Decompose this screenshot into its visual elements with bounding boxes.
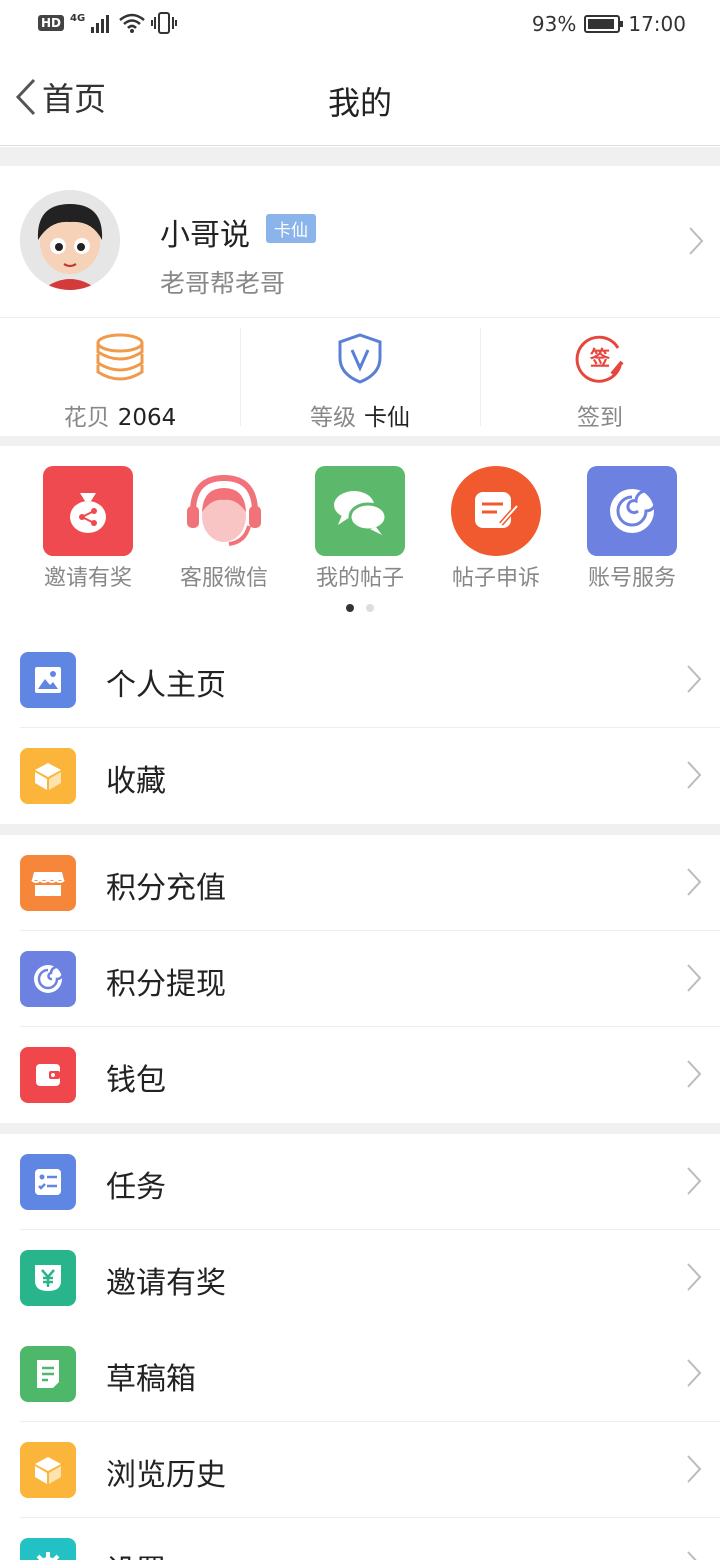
spacer	[0, 622, 720, 632]
chat-bubbles-icon	[315, 466, 405, 556]
menu-label: 个人主页	[106, 668, 226, 703]
stat-level[interactable]: 等级 卡仙	[240, 318, 480, 436]
spiral-icon	[20, 951, 76, 1007]
chevron-right-icon	[689, 227, 704, 255]
menu-label: 浏览历史	[106, 1458, 226, 1493]
section-divider	[0, 147, 720, 166]
menu-tasks[interactable]: 任务	[0, 1134, 720, 1230]
checkin-stamp-icon: 签	[575, 335, 624, 383]
chevron-right-icon	[687, 1060, 702, 1088]
level-shield-icon	[338, 333, 382, 384]
quick-invite[interactable]: 邀请有奖	[20, 466, 156, 592]
section-divider	[0, 824, 720, 835]
stat-huabei[interactable]: 花贝 2064	[0, 318, 240, 436]
quick-label: 客服微信	[179, 566, 268, 591]
battery-icon	[584, 15, 624, 33]
menu-drafts[interactable]: 草稿箱	[0, 1326, 720, 1422]
money-bag-icon	[43, 466, 133, 556]
stat-checkin[interactable]: 签 签到	[480, 318, 720, 436]
my-page-screen: HD 4G 93% 17:00 首页 我的 小哥说 卡仙 老哥帮老哥 花贝 20…	[0, 0, 720, 1560]
section-divider	[0, 1123, 720, 1134]
stats-bar: 花贝 2064 等级 卡仙 签 签到	[0, 318, 720, 436]
checklist-icon	[20, 1154, 76, 1210]
quick-label: 帖子申诉	[451, 566, 540, 591]
store-icon	[20, 855, 76, 911]
page-indicator	[0, 604, 720, 612]
quick-label: 账号服务	[587, 566, 676, 591]
menu-label: 邀请有奖	[106, 1266, 226, 1301]
menu-favorites[interactable]: 收藏	[0, 728, 720, 824]
quick-label: 我的帖子	[315, 566, 404, 591]
quick-appeal[interactable]: 帖子申诉	[428, 466, 564, 592]
edit-note-icon	[451, 466, 541, 556]
menu-personal-home[interactable]: 个人主页	[0, 632, 720, 728]
username: 小哥说	[160, 218, 250, 253]
menu-label: 钱包	[106, 1063, 166, 1098]
chevron-right-icon	[687, 761, 702, 789]
stat-label: 签到	[577, 405, 623, 431]
page-dot	[346, 604, 354, 612]
page-title: 我的	[327, 84, 392, 122]
nav-bar: 首页 我的	[0, 52, 720, 146]
cube-icon	[20, 1442, 76, 1498]
headset-agent-icon	[179, 466, 269, 556]
chevron-right-icon	[687, 665, 702, 693]
menu-points-withdraw[interactable]: 积分提现	[0, 931, 720, 1027]
status-bar: HD 4G 93% 17:00	[0, 0, 720, 52]
menu-settings[interactable]: 设置	[0, 1518, 720, 1560]
quick-actions: 邀请有奖 客服微信 我的帖子 帖子申诉 账号服务	[0, 446, 720, 622]
draft-note-icon	[20, 1346, 76, 1402]
avatar-image	[20, 190, 120, 290]
signal-icon	[91, 15, 110, 33]
chevron-right-icon	[687, 868, 702, 896]
chevron-right-icon	[687, 1551, 697, 1560]
level-badge: 卡仙	[266, 214, 316, 243]
chevron-right-icon	[687, 964, 702, 992]
menu-label: 草稿箱	[106, 1362, 196, 1397]
coin-stack-icon	[96, 333, 144, 381]
svg-text:签: 签	[589, 346, 611, 370]
menu-browse-history[interactable]: 浏览历史	[0, 1422, 720, 1518]
profile-card[interactable]: 小哥说 卡仙 老哥帮老哥	[0, 166, 720, 318]
clock: 17:00	[628, 12, 686, 36]
menu-wallet[interactable]: 钱包	[0, 1027, 720, 1123]
quick-label: 邀请有奖	[43, 566, 132, 591]
wifi-icon	[119, 13, 145, 33]
user-signature: 老哥帮老哥	[160, 269, 286, 298]
battery-percent: 93%	[531, 12, 577, 36]
wallet-icon	[20, 1047, 76, 1103]
stat-label: 花贝	[63, 405, 110, 431]
cube-icon	[20, 748, 76, 804]
hd-icon: HD	[38, 15, 65, 31]
vibrate-icon	[151, 12, 178, 34]
stat-value: 2064	[117, 405, 177, 431]
chevron-right-icon	[687, 1359, 702, 1387]
yen-coupon-icon	[20, 1250, 76, 1306]
stat-value: 卡仙	[364, 405, 410, 431]
chevron-right-icon	[687, 1167, 702, 1195]
quick-account-service[interactable]: 账号服务	[564, 466, 700, 592]
menu-label: 积分充值	[106, 871, 226, 906]
menu-label: 收藏	[106, 764, 166, 799]
avatar[interactable]	[20, 190, 120, 290]
chevron-right-icon	[687, 1455, 702, 1483]
menu-label: 任务	[106, 1170, 166, 1205]
network-type: 4G	[70, 12, 86, 24]
quick-service[interactable]: 客服微信	[156, 466, 292, 592]
page-dot	[366, 604, 374, 612]
section-divider	[0, 436, 720, 446]
gear-icon	[20, 1538, 76, 1560]
menu-invite-reward[interactable]: 邀请有奖	[0, 1230, 720, 1326]
spiral-icon	[587, 466, 677, 556]
menu-label: 积分提现	[106, 967, 226, 1002]
picture-icon	[20, 652, 76, 708]
stat-label: 等级	[310, 405, 356, 431]
menu-label: 设置	[106, 1546, 166, 1560]
menu-points-recharge[interactable]: 积分充值	[0, 835, 720, 931]
chevron-right-icon	[687, 1263, 702, 1291]
quick-my-posts[interactable]: 我的帖子	[292, 466, 428, 592]
